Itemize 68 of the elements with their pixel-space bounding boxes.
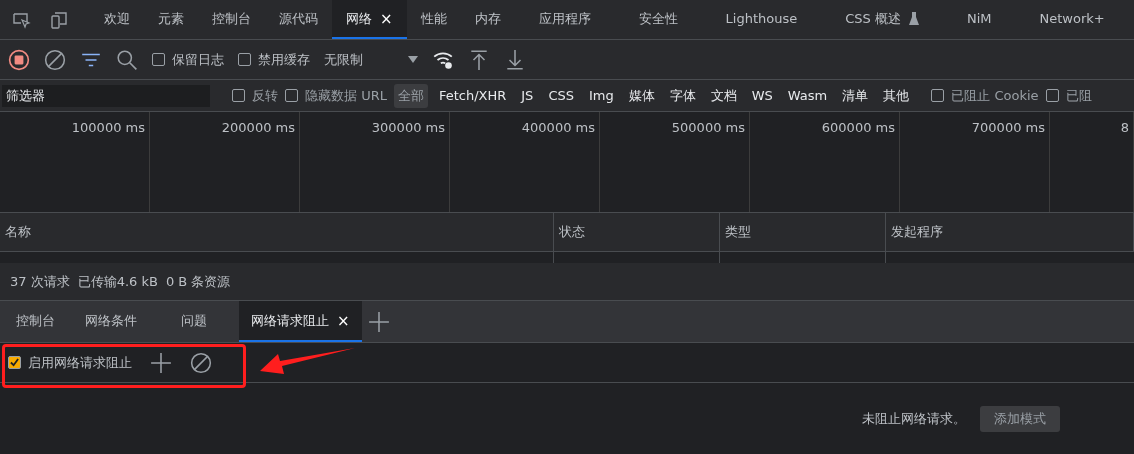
panel-tab[interactable]: 应用程序 bbox=[514, 0, 615, 39]
check-icon bbox=[10, 358, 19, 367]
upload-icon[interactable] bbox=[468, 48, 490, 71]
column-header[interactable]: 名称 bbox=[0, 213, 554, 251]
summary-text: 已传输4.6 kB bbox=[77, 272, 158, 291]
resource-type-filter[interactable]: Img bbox=[584, 85, 618, 106]
resource-type-filter[interactable]: 媒体 bbox=[624, 83, 659, 108]
panel-tab[interactable]: 元素 bbox=[144, 0, 198, 39]
resource-type-filter[interactable]: 文档 bbox=[706, 83, 741, 108]
resource-type-filter[interactable]: 清单 bbox=[838, 83, 873, 108]
column-header[interactable]: 发起程序 bbox=[886, 213, 1134, 251]
checkbox[interactable]: 隐藏数据 URL bbox=[285, 86, 387, 105]
panel-tab[interactable]: 欢迎 bbox=[90, 0, 144, 39]
timeline-tick-label: 100000 ms bbox=[71, 120, 145, 135]
timeline-tick-label: 8 bbox=[1120, 120, 1129, 135]
column-header[interactable]: 状态 bbox=[554, 213, 720, 251]
panel-tab[interactable]: 源代码 bbox=[265, 0, 332, 39]
add-pattern-button[interactable]: 添加模式 bbox=[980, 406, 1060, 432]
drawer-tab[interactable]: 控制台 bbox=[4, 301, 67, 342]
checkbox[interactable]: 反转 bbox=[232, 86, 278, 105]
timeline-tick-label: 500000 ms bbox=[671, 120, 745, 135]
close-icon[interactable]: × bbox=[337, 311, 350, 330]
timeline-tick-label: 400000 ms bbox=[521, 120, 595, 135]
throttling-select[interactable]: 无限制 bbox=[324, 50, 394, 69]
drawer-tab[interactable]: 网络请求阻止 × bbox=[239, 301, 362, 342]
add-icon[interactable] bbox=[150, 351, 172, 374]
column-header[interactable]: 类型 bbox=[720, 213, 886, 251]
resource-type-filter[interactable]: JS bbox=[517, 85, 538, 106]
panel-tab[interactable]: 内存 bbox=[460, 0, 515, 39]
resource-type-filter[interactable]: Fetch/XHR bbox=[434, 85, 511, 106]
add-tab-icon[interactable] bbox=[367, 310, 390, 333]
checkbox[interactable]: 已阻止 Cookie bbox=[931, 86, 1039, 105]
resource-type-filter[interactable]: Wasm bbox=[783, 85, 832, 106]
panel-tab[interactable]: 性能 bbox=[406, 0, 461, 39]
drawer-tab[interactable]: 网络条件 bbox=[73, 301, 149, 342]
panel-tab[interactable]: Network+ bbox=[1015, 0, 1129, 39]
checkbox[interactable]: 已阻 bbox=[1045, 86, 1092, 105]
resource-type-filter[interactable]: CSS bbox=[544, 85, 578, 106]
timeline-tick-label: 700000 ms bbox=[971, 120, 1045, 135]
checkbox[interactable]: 启用网络请求阻止 bbox=[8, 353, 132, 372]
download-icon[interactable] bbox=[504, 48, 526, 71]
drawer-tab[interactable]: 问题 bbox=[155, 301, 233, 342]
record-stop-icon[interactable] bbox=[8, 48, 30, 71]
panel-tab[interactable]: Lighthouse bbox=[701, 0, 822, 39]
summary-text: 0 B 条资源 bbox=[165, 272, 231, 291]
device-toolbar-icon[interactable] bbox=[49, 9, 69, 30]
timeline-tick-label: 600000 ms bbox=[821, 120, 895, 135]
summary-text: 37 次请求 bbox=[10, 272, 70, 291]
resource-type-filter[interactable]: 字体 bbox=[665, 83, 700, 108]
resource-type-filter[interactable]: 其他 bbox=[879, 83, 914, 108]
panel-tab[interactable]: 网络 × bbox=[332, 0, 407, 39]
resource-type-filter[interactable]: 全部 bbox=[393, 83, 428, 108]
clear-icon[interactable] bbox=[190, 351, 212, 374]
checkbox[interactable]: 禁用缓存 bbox=[238, 50, 310, 69]
filter-field[interactable]: 筛选器 bbox=[2, 84, 210, 107]
dropdown-caret-icon[interactable] bbox=[408, 56, 418, 63]
clear-icon[interactable] bbox=[44, 48, 66, 71]
timeline-tick-label: 300000 ms bbox=[371, 120, 445, 135]
search-icon[interactable] bbox=[116, 48, 138, 71]
close-icon[interactable]: × bbox=[380, 9, 393, 28]
resource-type-filter[interactable]: WS bbox=[747, 85, 777, 106]
checkbox[interactable]: 保留日志 bbox=[152, 50, 224, 69]
panel-tab[interactable]: NiM bbox=[942, 0, 1016, 39]
empty-message: 未阻止网络请求。 bbox=[862, 410, 966, 428]
panel-tab[interactable]: CSS 概述 bbox=[821, 0, 943, 39]
timeline-tick-label: 200000 ms bbox=[221, 120, 295, 135]
panel-tab[interactable]: 控制台 bbox=[198, 0, 265, 39]
panel-tab[interactable]: 安全性 bbox=[614, 0, 702, 39]
